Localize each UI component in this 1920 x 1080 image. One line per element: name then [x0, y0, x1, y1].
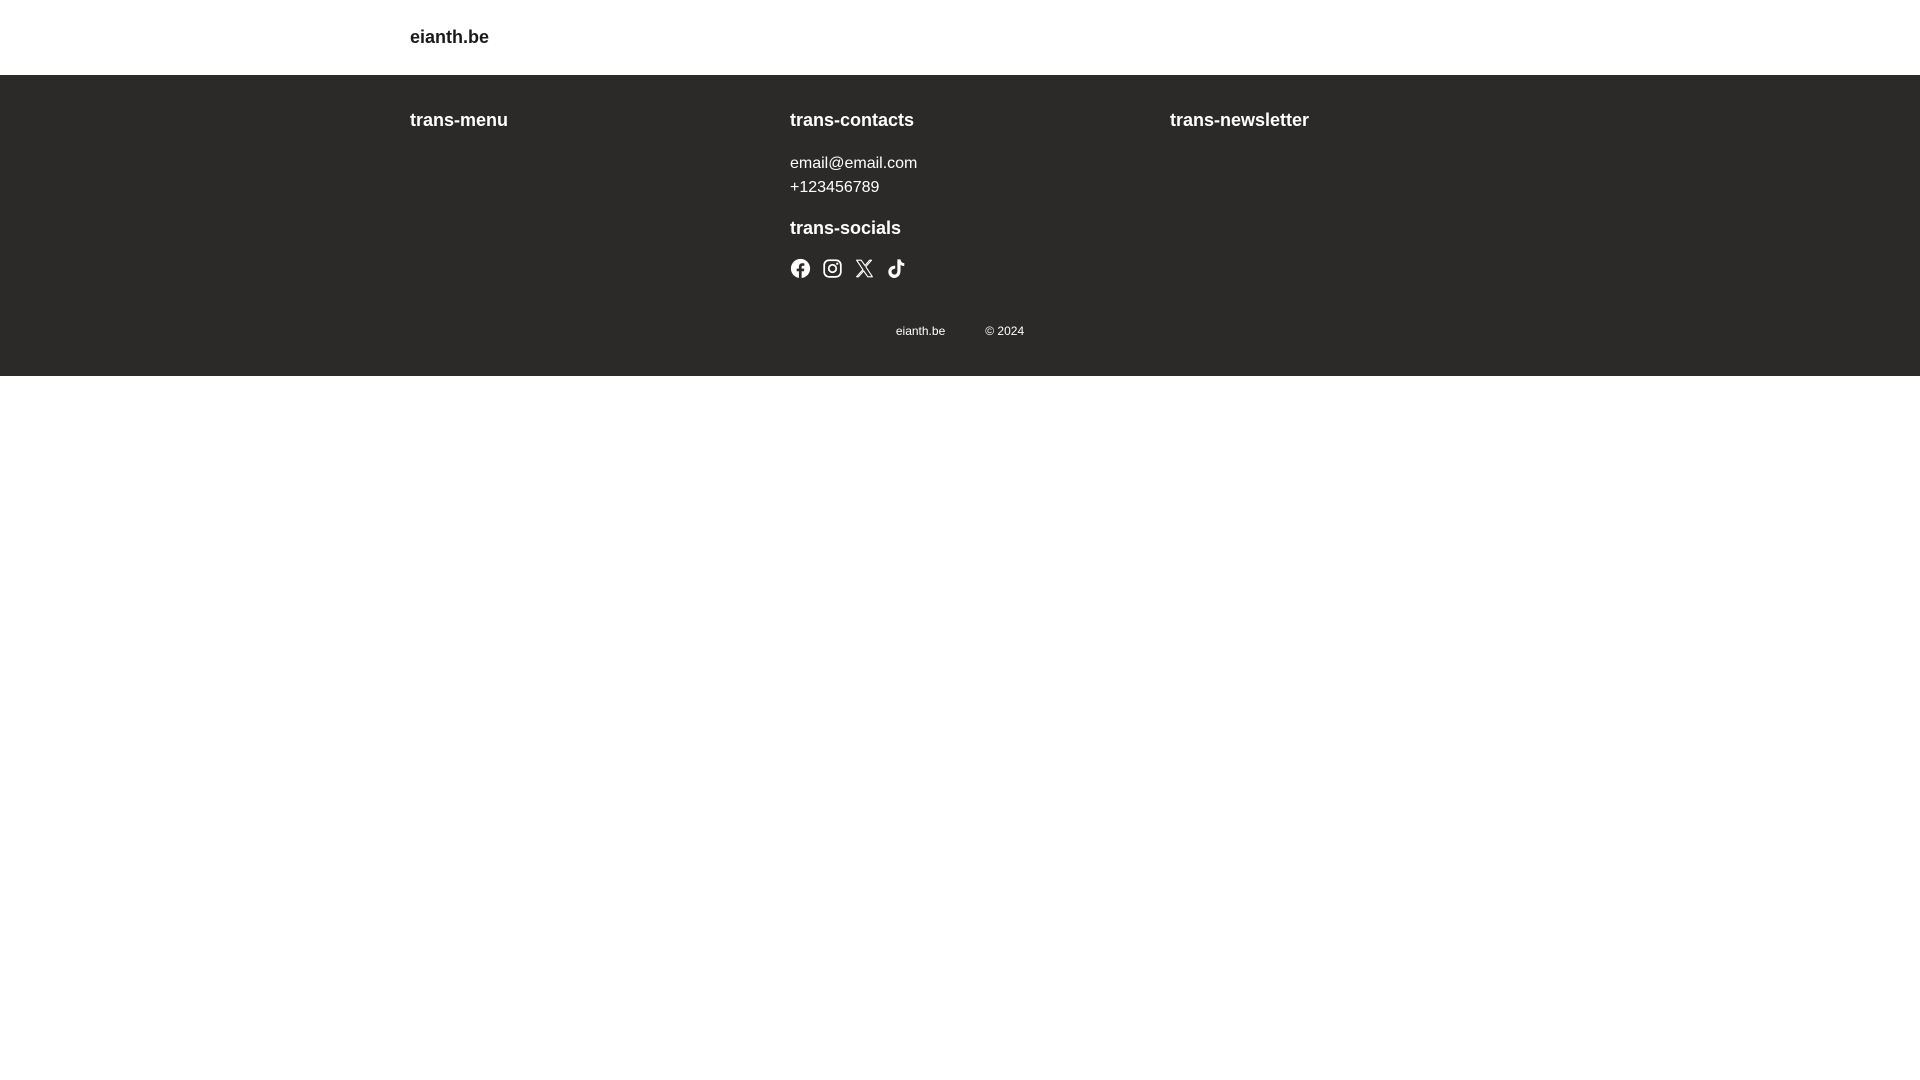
footer-bottom-line: eianth.be © 2024	[0, 324, 1920, 338]
footer-newsletter-title: trans-newsletter	[1170, 110, 1310, 130]
social-icons	[790, 257, 917, 279]
facebook-glyph	[790, 258, 811, 278]
top-bar: eianth.be	[0, 0, 1920, 75]
footer-newsletter-column: trans-newsletter	[1170, 109, 1309, 131]
footer-contacts-title: trans-contacts	[790, 110, 915, 130]
footer-contacts-column: trans-contacts email@email.com +12345678…	[790, 109, 917, 279]
tiktok-glyph	[888, 258, 905, 278]
tiktok-icon[interactable]	[886, 257, 907, 279]
instagram-icon[interactable]	[822, 257, 843, 279]
x-glyph	[856, 259, 873, 277]
footer-menu-title: trans-menu	[410, 110, 509, 130]
footer-socials-title: trans-socials	[790, 218, 902, 238]
contact-phone-link[interactable]: +123456789	[790, 176, 917, 200]
contact-email-link[interactable]: email@email.com	[790, 152, 917, 176]
footer-menu-column: trans-menu	[410, 109, 508, 131]
site-footer: trans-menu trans-contacts email@email.co…	[0, 75, 1920, 376]
x-icon[interactable]	[854, 257, 875, 279]
site-brand-link[interactable]: eianth.be	[410, 26, 489, 48]
instagram-glyph	[823, 258, 842, 278]
footer-copyright: © 2024	[985, 324, 1025, 338]
facebook-icon[interactable]	[790, 257, 811, 279]
footer-site-name: eianth.be	[895, 324, 946, 338]
contact-list: email@email.com +123456789	[790, 152, 917, 200]
